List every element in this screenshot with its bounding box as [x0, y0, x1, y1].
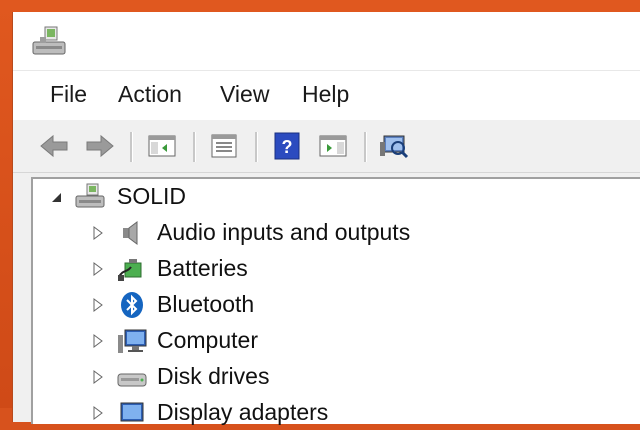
tree-item-disk-drives[interactable]: Disk drives — [33, 360, 640, 394]
expand-triangle-icon[interactable] — [91, 334, 105, 348]
tree-label: Disk drives — [157, 363, 270, 389]
expand-triangle-icon[interactable] — [91, 226, 105, 240]
battery-icon — [118, 259, 142, 281]
title-bar[interactable] — [13, 12, 640, 70]
back-arrow-icon[interactable] — [39, 132, 69, 160]
expand-triangle-icon[interactable] — [91, 370, 105, 384]
toolbar-separator — [255, 132, 258, 162]
device-manager-app-icon — [32, 26, 66, 55]
menu-bar: File Action View Help — [13, 70, 640, 121]
help-icon[interactable]: ? — [272, 132, 302, 160]
tree-item-computer[interactable]: Computer — [33, 324, 640, 358]
tree-label: Bluetooth — [157, 291, 255, 317]
expand-triangle-icon[interactable] — [91, 298, 105, 312]
tree-label: Audio inputs and outputs — [157, 219, 411, 245]
speaker-icon — [123, 221, 138, 245]
tree-label: Display adapters — [157, 399, 329, 425]
monitor-icon — [118, 329, 147, 353]
tree-root-solid[interactable]: SOLID — [33, 180, 640, 214]
tree-label: Computer — [157, 327, 258, 353]
menu-action[interactable]: Action — [118, 80, 182, 108]
computer-tower-icon — [75, 183, 105, 208]
tree-item-bluetooth[interactable]: Bluetooth — [33, 288, 640, 322]
toolbar-separator — [364, 132, 367, 162]
menu-file[interactable]: File — [50, 80, 87, 108]
toolbar: ? — [13, 120, 640, 173]
toolbar-separator — [130, 132, 133, 162]
tree-item-display-adapters[interactable]: Display adapters — [33, 396, 640, 430]
tree-item-audio[interactable]: Audio inputs and outputs — [33, 216, 640, 250]
menu-view[interactable]: View — [220, 80, 269, 108]
tree-label: SOLID — [117, 183, 187, 209]
svg-text:?: ? — [282, 137, 293, 157]
show-action-pane-icon[interactable] — [318, 132, 348, 160]
toolbar-separator — [193, 132, 196, 162]
menu-help[interactable]: Help — [302, 80, 349, 108]
display-adapter-icon — [120, 402, 144, 422]
scan-hardware-icon[interactable] — [380, 132, 410, 160]
properties-icon[interactable] — [209, 132, 239, 160]
expand-triangle-icon[interactable] — [91, 406, 105, 420]
expand-triangle-icon[interactable] — [91, 262, 105, 276]
show-hide-console-tree-icon[interactable] — [147, 132, 177, 160]
disk-drive-icon — [117, 373, 147, 387]
device-manager-window: File Action View Help ? SOLID Audio inpu… — [12, 12, 640, 425]
bluetooth-icon — [121, 292, 143, 318]
tree-label: Batteries — [157, 255, 248, 281]
forward-arrow-icon[interactable] — [85, 132, 115, 160]
device-tree: SOLID Audio inputs and outputs Batteries… — [31, 177, 640, 425]
collapse-triangle-icon[interactable] — [49, 190, 63, 204]
tree-item-batteries[interactable]: Batteries — [33, 252, 640, 286]
